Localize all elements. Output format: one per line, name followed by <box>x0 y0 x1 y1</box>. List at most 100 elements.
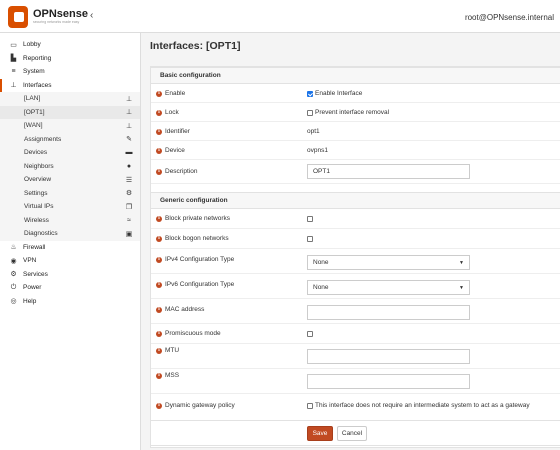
sidebar-sub-assignments[interactable]: Assignments ✎ <box>0 132 140 146</box>
chart-icon: ▙ <box>10 55 17 63</box>
mtu-input[interactable] <box>307 349 470 364</box>
users-icon: ● <box>126 162 132 170</box>
sidebar-sub-lan[interactable]: [LAN] ⊥ <box>0 92 140 106</box>
sidebar-item-power[interactable]: ⏻ Power <box>0 281 140 295</box>
dynamic-gateway-checkbox[interactable] <box>307 402 313 409</box>
sidebar-sub-settings[interactable]: Settings ⚙ <box>0 186 140 200</box>
row-device: i Device ovpns1 <box>151 141 560 160</box>
info-icon[interactable]: i <box>156 330 162 337</box>
laptop-icon: ▭ <box>10 41 17 49</box>
row-description: i Description OPT1 <box>151 160 560 184</box>
row-enable: i Enable Enable Interface <box>151 84 560 103</box>
row-mac-address: i MAC address <box>151 299 560 324</box>
opnsense-logo[interactable]: OPNsense securing networks made easy <box>8 5 88 29</box>
row-lock: i Lock Prevent interface removal <box>151 103 560 122</box>
sidebar-item-services[interactable]: ⚙ Services <box>0 268 140 282</box>
caret-down-icon: ▼ <box>459 284 464 291</box>
top-bar: OPNsense securing networks made easy ‹ r… <box>0 0 560 33</box>
sidebar-item-reporting[interactable]: ▙ Reporting <box>0 52 140 66</box>
fire-icon: ♨ <box>10 244 17 252</box>
sidebar-sub-overview[interactable]: Overview ☰ <box>0 173 140 187</box>
main-content: Interfaces: [OPT1] Basic configuration i… <box>141 33 560 450</box>
row-block-private: i Block private networks <box>151 209 560 229</box>
info-icon[interactable]: i <box>156 109 162 116</box>
sitemap-icon: ⊥ <box>125 109 133 117</box>
row-dynamic-gateway: i Dynamic gateway policy This interface d… <box>151 394 560 418</box>
wifi-icon: ≈ <box>127 216 131 224</box>
sidebar-sub-neighbors[interactable]: Neighbors ● <box>0 159 140 173</box>
form-actions: Save Cancel <box>150 420 560 446</box>
info-icon[interactable]: i <box>156 215 162 222</box>
opnsense-logo-icon <box>8 6 28 28</box>
sidebar-sub-wan[interactable]: [WAN] ⊥ <box>0 119 140 133</box>
block-bogon-checkbox[interactable] <box>307 236 313 242</box>
basic-config-header: Basic configuration <box>151 67 560 84</box>
brand-tagline: securing networks made easy <box>32 20 80 24</box>
info-icon[interactable]: i <box>156 281 162 288</box>
row-ipv6-type: i IPv6 Configuration Type None ▼ <box>151 274 560 299</box>
sidebar-sub-virtual-ips[interactable]: Virtual IPs ❐ <box>0 200 140 214</box>
info-icon[interactable]: i <box>156 306 162 313</box>
row-ipv4-type: i IPv4 Configuration Type None ▼ <box>151 249 560 274</box>
save-button[interactable]: Save <box>307 426 333 441</box>
info-icon[interactable]: i <box>156 347 162 354</box>
plug-icon: ⏻ <box>10 283 17 291</box>
sitemap-icon: ⊥ <box>125 95 133 103</box>
mss-input[interactable] <box>307 374 470 389</box>
promiscuous-checkbox[interactable] <box>307 331 313 337</box>
info-icon[interactable]: i <box>156 147 162 154</box>
info-icon[interactable]: i <box>156 90 162 97</box>
sitemap-icon: ⊥ <box>10 82 17 90</box>
lock-checkbox[interactable] <box>307 109 313 116</box>
row-identifier: i Identifier opt1 <box>151 122 560 141</box>
sidebar-item-help[interactable]: ◎ Help <box>0 295 140 309</box>
sidebar-item-interfaces[interactable]: ⊥ Interfaces <box>0 78 140 92</box>
info-icon[interactable]: i <box>156 235 162 242</box>
identifier-value: opt1 <box>307 128 320 135</box>
user-menu[interactable]: root@OPNsense.internal <box>465 13 554 22</box>
mac-address-input[interactable] <box>307 305 470 320</box>
config-panel: Basic configuration i Enable Enable Inter… <box>150 66 560 448</box>
row-mtu: i MTU <box>151 344 560 369</box>
sidebar-item-system[interactable]: ≡ System <box>0 65 140 79</box>
ipv6-type-select[interactable]: None ▼ <box>307 280 470 295</box>
devices-icon: ▬ <box>125 149 133 157</box>
page-title: Interfaces: [OPT1] <box>150 40 241 52</box>
row-block-bogon: i Block bogon networks <box>151 229 560 249</box>
cancel-button[interactable]: Cancel <box>337 426 367 441</box>
info-icon[interactable]: i <box>156 168 162 175</box>
sidebar: ▭ Lobby ▙ Reporting ≡ System ⊥ Interfaces [L… <box>0 33 141 450</box>
enable-checkbox[interactable] <box>307 90 313 97</box>
info-icon[interactable]: i <box>156 128 162 135</box>
clone-icon: ❐ <box>125 203 133 211</box>
server-icon: ≡ <box>11 68 16 76</box>
chevron-left-icon[interactable]: ‹ <box>90 10 93 21</box>
globe-icon: ◉ <box>10 257 17 265</box>
sidebar-item-firewall[interactable]: ♨ Firewall <box>0 241 140 255</box>
medkit-icon: ▣ <box>125 230 133 238</box>
sidebar-sub-diagnostics[interactable]: Diagnostics ▣ <box>0 227 140 241</box>
block-private-checkbox[interactable] <box>307 216 313 222</box>
support-icon: ◎ <box>10 298 17 306</box>
brand-name: OPNsense <box>32 8 88 20</box>
sitemap-icon: ⊥ <box>125 122 133 130</box>
sidebar-sub-wireless[interactable]: Wireless ≈ <box>0 213 140 227</box>
info-icon[interactable]: i <box>156 402 162 409</box>
info-icon[interactable]: i <box>156 372 162 379</box>
row-promiscuous: i Promiscuous mode <box>151 324 560 344</box>
ipv4-type-select[interactable]: None ▼ <box>307 255 470 270</box>
row-mss: i MSS <box>151 369 560 394</box>
description-input[interactable]: OPT1 <box>307 164 470 179</box>
device-value: ovpns1 <box>307 147 328 154</box>
cog-icon: ⚙ <box>10 271 17 279</box>
sidebar-sub-opt1[interactable]: [OPT1] ⊥ <box>0 105 140 119</box>
caret-down-icon: ▼ <box>459 259 464 266</box>
sidebar-item-vpn[interactable]: ◉ VPN <box>0 254 140 268</box>
gears-icon: ⚙ <box>125 190 133 198</box>
generic-config-header: Generic configuration <box>151 192 560 209</box>
sidebar-sub-devices[interactable]: Devices ▬ <box>0 146 140 160</box>
list-icon: ☰ <box>125 176 133 184</box>
sidebar-item-lobby[interactable]: ▭ Lobby <box>0 38 140 52</box>
info-icon[interactable]: i <box>156 256 162 263</box>
pencil-icon: ✎ <box>126 136 132 144</box>
